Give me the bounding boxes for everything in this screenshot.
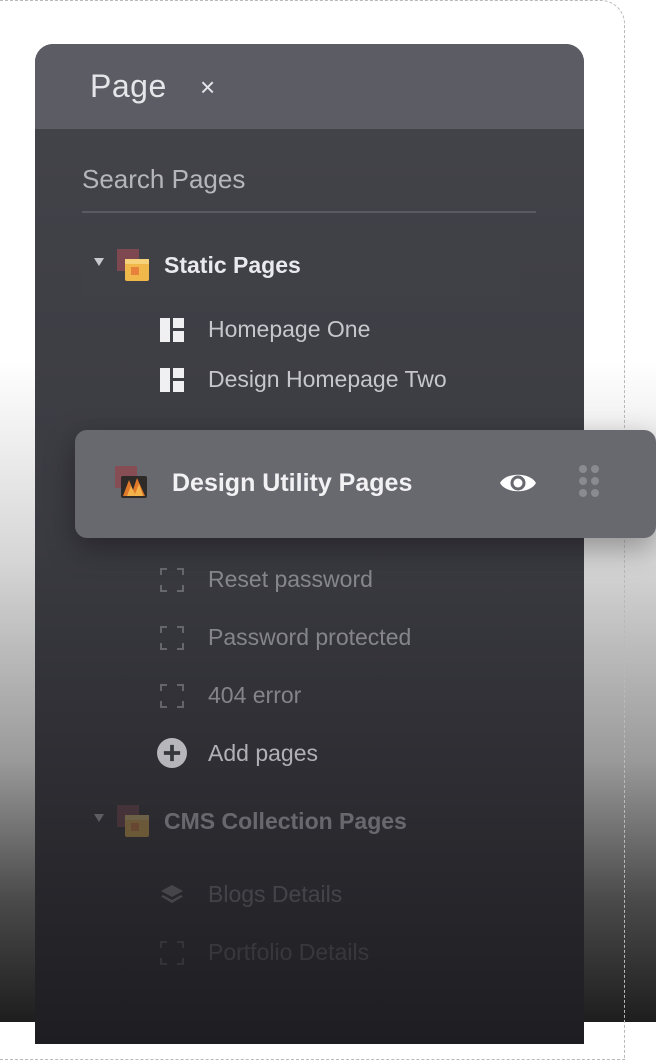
- dragged-group-design-utility-pages[interactable]: Design Utility Pages: [75, 430, 656, 538]
- page-item-label: Homepage One: [208, 316, 371, 342]
- page-item-404-error[interactable]: 404 error: [160, 676, 540, 716]
- search-field[interactable]: [82, 159, 536, 213]
- layers-icon: [161, 885, 183, 903]
- add-pages-button[interactable]: Add pages: [157, 734, 540, 774]
- page-item-portfolio-details[interactable]: Portfolio Details: [160, 933, 540, 973]
- group-static-pages[interactable]: Static Pages: [82, 237, 520, 295]
- page-item-homepage-one[interactable]: Homepage One: [160, 310, 540, 350]
- panel-header: Page ×: [35, 44, 584, 129]
- page-item-label: 404 error: [208, 682, 302, 708]
- pages-panel: Page × Static Pages Homepage One Design …: [35, 44, 584, 1044]
- dashed-frame-icon: [160, 684, 184, 708]
- page-item-label: Reset password: [208, 566, 373, 592]
- page-item-label: Portfolio Details: [208, 939, 370, 965]
- group-label: Design Utility Pages: [172, 469, 413, 497]
- dashed-frame-icon: [160, 626, 184, 650]
- page-item-password-protected[interactable]: Password protected: [160, 618, 540, 658]
- layout-icon: [160, 318, 184, 342]
- group-cms-collection-pages[interactable]: CMS Collection Pages: [82, 793, 520, 851]
- page-item-label: Password protected: [208, 624, 412, 650]
- folder-icon: [117, 249, 149, 281]
- panel-title: Page: [90, 68, 167, 104]
- dashed-frame-icon: [160, 568, 184, 592]
- page-item-reset-password[interactable]: Reset password: [160, 560, 540, 600]
- page-item-label: Design Homepage Two: [208, 366, 447, 392]
- dashed-frame-icon: [160, 941, 184, 965]
- caret-down-icon[interactable]: [94, 814, 104, 822]
- page-item-label: Blogs Details: [208, 881, 343, 907]
- drag-handle-icon[interactable]: [576, 463, 602, 503]
- page-item-design-homepage-two[interactable]: Design Homepage Two: [160, 360, 540, 400]
- folder-icon: [117, 805, 149, 837]
- plus-circle-icon: [157, 738, 187, 768]
- close-icon[interactable]: ×: [200, 74, 215, 100]
- group-label: CMS Collection Pages: [164, 808, 407, 834]
- caret-down-icon[interactable]: [94, 258, 104, 266]
- layout-icon: [160, 368, 184, 392]
- group-label: Static Pages: [164, 252, 301, 278]
- eye-icon[interactable]: [498, 468, 538, 498]
- folder-icon: [115, 466, 147, 498]
- page-item-blogs-details[interactable]: Blogs Details: [160, 875, 540, 915]
- search-input[interactable]: [82, 159, 536, 199]
- add-pages-label: Add pages: [208, 740, 318, 766]
